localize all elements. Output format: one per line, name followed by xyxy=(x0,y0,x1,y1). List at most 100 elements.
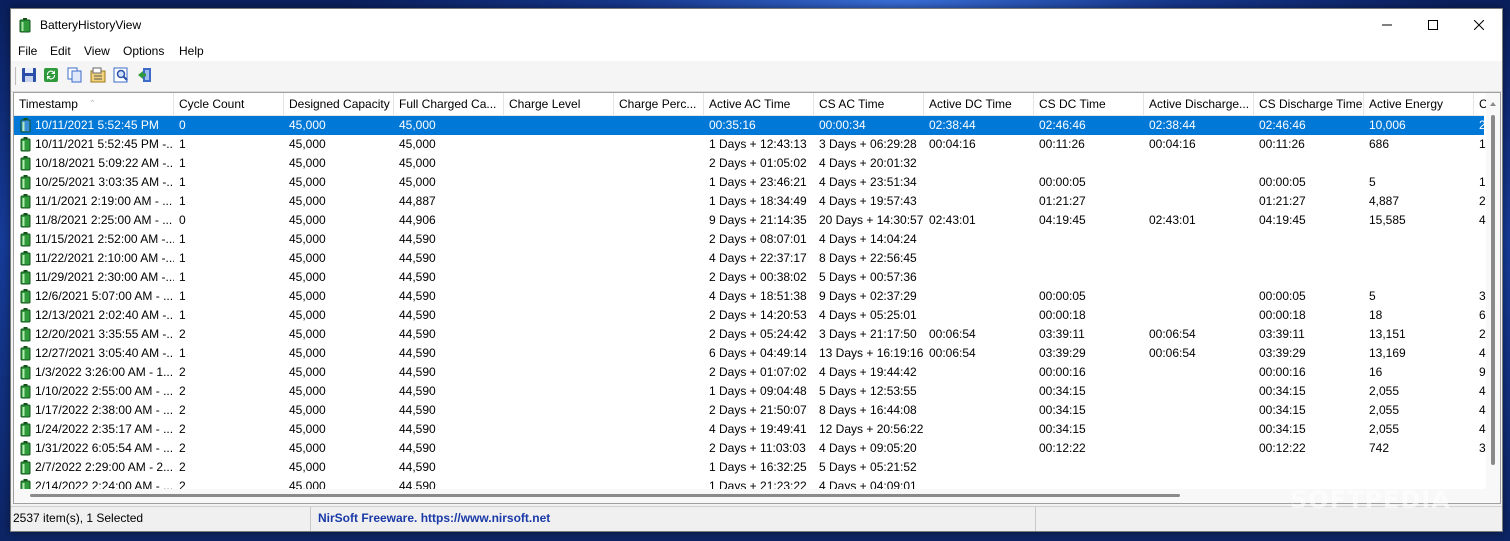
cell-cs-ac-time: 8 Days + 22:56:45 xyxy=(819,251,917,265)
column-header-active-discharge-time[interactable]: Active Discharge... xyxy=(1144,93,1254,115)
cell-active-discharge-time xyxy=(1144,363,1254,382)
cell-charge-level xyxy=(504,344,614,363)
cell-timestamp: 11/8/2021 2:25:00 AM - ... xyxy=(35,213,173,227)
cell-active-ac-time: 1 Days + 09:04:48 xyxy=(709,384,807,398)
table-row[interactable]: 1/17/2022 2:38:00 AM - ... 2 45,000 44,590 2… xyxy=(14,401,1486,420)
copy-icon[interactable] xyxy=(67,67,83,83)
cell-cycle-count: 1 xyxy=(179,194,186,208)
table-row[interactable]: 10/11/2021 5:52:45 PM 0 45,000 45,000 00:35:… xyxy=(14,116,1486,135)
cell-cs-ac-time: 5 Days + 05:21:52 xyxy=(819,460,917,474)
cell-cycle-count: 0 xyxy=(179,118,186,132)
column-header-active-dc-time[interactable]: Active DC Time xyxy=(924,93,1034,115)
cell-cycle-count: 1 xyxy=(179,270,186,284)
column-header-designed-capacity[interactable]: Designed Capacity xyxy=(284,93,394,115)
cell-timestamp: 12/27/2021 3:05:40 AM -... xyxy=(35,346,174,360)
table-row[interactable]: 1/3/2022 3:26:00 AM - 1... 2 45,000 44,590 2… xyxy=(14,363,1486,382)
table-row[interactable]: 1/31/2022 6:05:54 AM - ... 2 45,000 44,590 2… xyxy=(14,439,1486,458)
cell-designed-capacity: 45,000 xyxy=(289,289,326,303)
column-header-timestamp[interactable]: Timestamp ˆ xyxy=(14,93,174,115)
refresh-icon[interactable] xyxy=(43,67,59,83)
cell-active-ac-time: 2 Days + 05:24:42 xyxy=(709,327,807,341)
table-row[interactable]: 1/24/2022 2:35:17 AM - ... 2 45,000 44,590 4… xyxy=(14,420,1486,439)
cell-cs-discharge-time: 00:12:22 xyxy=(1259,441,1306,455)
menu-file[interactable]: File xyxy=(16,44,39,58)
cell-active-dc-time xyxy=(924,249,1034,268)
battery-history-list[interactable]: Timestamp ˆ Cycle Count Designed Capacit… xyxy=(13,92,1501,504)
cell-charge-percent xyxy=(614,363,704,382)
cell-cs-discharge-time: 03:39:11 xyxy=(1259,327,1305,341)
table-row[interactable]: 12/27/2021 3:05:40 AM -... 1 45,000 44,590 6… xyxy=(14,344,1486,363)
properties-icon[interactable] xyxy=(90,67,106,83)
cell-designed-capacity: 45,000 xyxy=(289,384,326,398)
exit-icon[interactable] xyxy=(137,67,153,83)
cell-cycle-count: 2 xyxy=(179,365,186,379)
cell-designed-capacity: 45,000 xyxy=(289,403,326,417)
table-row[interactable]: 11/8/2021 2:25:00 AM - ... 0 45,000 44,906 9… xyxy=(14,211,1486,230)
find-icon[interactable] xyxy=(113,67,129,83)
cell-charge-percent xyxy=(614,306,704,325)
column-header-cs-dc-time[interactable]: CS DC Time xyxy=(1034,93,1144,115)
table-row[interactable]: 12/20/2021 3:35:55 AM -... 2 45,000 44,590 2… xyxy=(14,325,1486,344)
vertical-scrollbar[interactable] xyxy=(1486,93,1500,489)
column-header-full-charged-capacity[interactable]: Full Charged Ca... xyxy=(394,93,504,115)
title-bar[interactable]: BatteryHistoryView xyxy=(11,9,1502,41)
cell-active-energy: 18 xyxy=(1369,308,1383,322)
table-row[interactable]: 2/7/2022 2:29:00 AM - 2... 2 45,000 44,590 1… xyxy=(14,458,1484,477)
cell-active-ac-time: 4 Days + 18:51:38 xyxy=(709,289,807,303)
scroll-up-icon[interactable] xyxy=(1486,97,1500,111)
minimize-button[interactable] xyxy=(1364,9,1410,41)
cell-cs-dc-time: 00:11:26 xyxy=(1039,137,1085,151)
cell-full-charged-capacity: 44,590 xyxy=(399,403,436,417)
cell-charge-percent xyxy=(614,173,704,192)
save-icon[interactable] xyxy=(21,67,37,83)
cell-charge-percent xyxy=(614,135,704,154)
cell-charge-level xyxy=(504,135,614,154)
status-nirsoft-link[interactable]: NirSoft Freeware. https://www.nirsoft.ne… xyxy=(311,507,1036,531)
table-row[interactable]: 10/11/2021 5:52:45 PM -... 1 45,000 45,000 1… xyxy=(14,135,1486,154)
cell-cycle-count: 2 xyxy=(179,384,186,398)
column-header-charge-percent[interactable]: Charge Perc... xyxy=(614,93,704,115)
cell-cycle-count: 1 xyxy=(179,289,186,303)
table-row[interactable]: 11/15/2021 2:52:00 AM -... 1 45,000 44,590 2… xyxy=(14,230,1484,249)
close-icon xyxy=(1474,20,1484,30)
horizontal-scroll-thumb[interactable] xyxy=(30,494,1180,497)
column-header-cs-ac-time[interactable]: CS AC Time xyxy=(814,93,924,115)
column-header-cycle-count[interactable]: Cycle Count xyxy=(174,93,284,115)
cell-cs-ac-time: 4 Days + 20:01:32 xyxy=(819,156,917,170)
column-header-charge-level[interactable]: Charge Level xyxy=(504,93,614,115)
table-row[interactable]: 12/6/2021 5:07:00 AM - ... 1 45,000 44,590 4… xyxy=(14,287,1486,306)
column-header-active-energy[interactable]: Active Energy xyxy=(1364,93,1474,115)
table-row[interactable]: 11/1/2021 2:19:00 AM - ... 1 45,000 44,887 1… xyxy=(14,192,1486,211)
cell-cs-dc-time: 01:21:27 xyxy=(1039,194,1086,208)
cell-cs-discharge-time: 04:19:45 xyxy=(1259,213,1306,227)
menu-edit[interactable]: Edit xyxy=(48,44,73,58)
cell-cs-dc-time: 00:00:18 xyxy=(1039,308,1086,322)
cell-active-ac-time: 9 Days + 21:14:35 xyxy=(709,213,807,227)
table-row[interactable]: 10/18/2021 5:09:22 AM -... 1 45,000 45,000 2… xyxy=(14,154,1484,173)
cell-full-charged-capacity: 44,887 xyxy=(399,194,436,208)
cell-timestamp: 12/20/2021 3:35:55 AM -... xyxy=(35,327,174,341)
cell-charge-level xyxy=(504,268,614,287)
table-row[interactable]: 1/10/2022 2:55:00 AM - ... 2 45,000 44,590 1… xyxy=(14,382,1486,401)
table-row[interactable]: 11/29/2021 2:30:00 AM -... 1 45,000 44,590 2… xyxy=(14,268,1484,287)
cell-active-ac-time: 4 Days + 19:49:41 xyxy=(709,422,807,436)
horizontal-scrollbar[interactable] xyxy=(14,489,1500,503)
column-header-active-ac-time[interactable]: Active AC Time xyxy=(704,93,814,115)
cell-cs-discharge-time: 00:00:18 xyxy=(1259,308,1306,322)
maximize-button[interactable] xyxy=(1410,9,1456,41)
menu-help[interactable]: Help xyxy=(177,44,206,58)
menu-view[interactable]: View xyxy=(82,44,112,58)
cell-timestamp: 10/11/2021 5:52:45 PM -... xyxy=(35,137,174,151)
table-row[interactable]: 12/13/2021 2:02:40 AM -... 1 45,000 44,590 2… xyxy=(14,306,1486,325)
cell-full-charged-capacity: 44,906 xyxy=(399,213,436,227)
menu-options[interactable]: Options xyxy=(121,44,166,58)
table-row[interactable]: 11/22/2021 2:10:00 AM -... 1 45,000 44,590 4… xyxy=(14,249,1484,268)
cell-cs-ac-time: 4 Days + 14:04:24 xyxy=(819,232,917,246)
column-header-cs-discharge-time[interactable]: CS Discharge Time xyxy=(1254,93,1364,115)
table-row[interactable]: 10/25/2021 3:03:35 AM -... 1 45,000 45,000 1… xyxy=(14,173,1486,192)
close-button[interactable] xyxy=(1456,9,1502,41)
cell-timestamp: 1/31/2022 6:05:54 AM - ... xyxy=(35,441,174,455)
vertical-scroll-thumb[interactable] xyxy=(1491,115,1495,465)
cell-active-dc-time xyxy=(924,287,1034,306)
cell-active-discharge-time xyxy=(1144,439,1254,458)
